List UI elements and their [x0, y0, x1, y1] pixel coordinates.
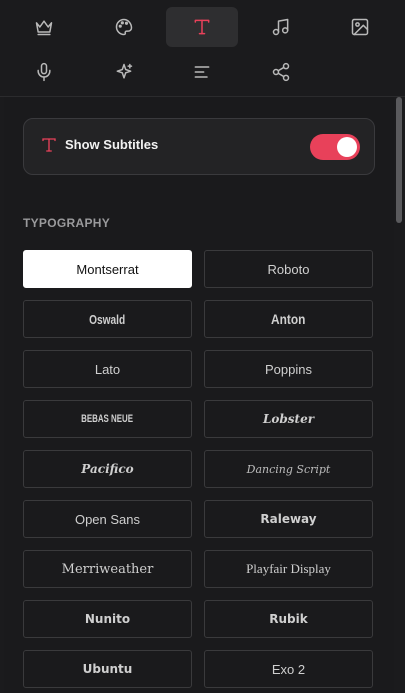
music-icon	[272, 18, 289, 36]
font-label: Playfair Display	[246, 561, 331, 576]
text-icon	[194, 19, 210, 35]
font-label: Lobster	[262, 412, 315, 426]
font-open-sans-button[interactable]: Open Sans	[23, 500, 192, 538]
settings-panel: Show Subtitles TYPOGRAPHY Montserrat Rob…	[4, 97, 394, 693]
text-button[interactable]	[166, 7, 238, 47]
font-playfair-display-button[interactable]: Playfair Display	[204, 550, 373, 588]
palette-icon	[115, 18, 133, 36]
toolbar	[0, 0, 405, 96]
font-label: Rubik	[269, 612, 308, 626]
font-label: Pacifico	[81, 462, 134, 476]
font-label: Poppins	[265, 361, 312, 377]
show-subtitles-toggle[interactable]	[310, 134, 360, 160]
show-subtitles-card: Show Subtitles	[23, 118, 375, 175]
music-button[interactable]	[245, 7, 317, 47]
sparkles-icon	[116, 63, 133, 79]
crown-button[interactable]	[8, 7, 80, 47]
typography-heading: TYPOGRAPHY	[23, 216, 111, 230]
palette-button[interactable]	[88, 7, 160, 47]
font-label: Ubuntu	[82, 662, 133, 676]
font-oswald-button[interactable]: Oswald	[23, 300, 192, 338]
font-dancing-script-button[interactable]: Dancing Script	[204, 450, 373, 488]
font-label: BEBAS NEUE	[81, 413, 134, 425]
share-button[interactable]	[245, 52, 317, 92]
align-button[interactable]	[166, 52, 238, 92]
font-label: Roboto	[267, 261, 310, 277]
font-pacifico-button[interactable]: Pacifico	[23, 450, 192, 488]
font-label: Oswald	[89, 311, 126, 327]
font-label: Open Sans	[74, 511, 141, 527]
share-icon	[272, 62, 290, 82]
sparkles-button[interactable]	[88, 52, 160, 92]
font-label: Dancing Script	[246, 462, 331, 476]
font-label: Anton	[271, 311, 306, 327]
font-label: Merriweather	[61, 561, 154, 577]
image-icon	[351, 18, 369, 36]
font-poppins-button[interactable]: Poppins	[204, 350, 373, 388]
show-subtitles-label: Show Subtitles	[65, 137, 159, 152]
font-lato-button[interactable]: Lato	[23, 350, 192, 388]
microphone-button[interactable]	[8, 52, 80, 92]
font-anton-button[interactable]: Anton	[204, 300, 373, 338]
align-left-icon	[194, 66, 210, 78]
font-label: Nunito	[84, 612, 131, 626]
text-icon	[40, 136, 58, 156]
font-label: Lato	[94, 361, 121, 377]
font-label: Exo 2	[271, 661, 306, 677]
font-lobster-button[interactable]: Lobster	[204, 400, 373, 438]
font-roboto-button[interactable]: Roboto	[204, 250, 373, 288]
font-exo-2-button[interactable]: Exo 2	[204, 650, 373, 688]
scrollbar-thumb[interactable]	[396, 97, 402, 223]
toggle-knob	[337, 137, 357, 157]
image-button[interactable]	[324, 7, 396, 47]
font-ubuntu-button[interactable]: Ubuntu	[23, 650, 192, 688]
font-montserrat-button[interactable]: Montserrat	[23, 250, 192, 288]
font-label: Raleway	[260, 512, 317, 526]
font-rubik-button[interactable]: Rubik	[204, 600, 373, 638]
font-raleway-button[interactable]: Raleway	[204, 500, 373, 538]
crown-icon	[35, 20, 53, 36]
microphone-icon	[37, 62, 51, 82]
font-bebas-neue-button[interactable]: BEBAS NEUE	[23, 400, 192, 438]
font-nunito-button[interactable]: Nunito	[23, 600, 192, 638]
font-label: Montserrat	[76, 261, 139, 277]
font-merriweather-button[interactable]: Merriweather	[23, 550, 192, 588]
